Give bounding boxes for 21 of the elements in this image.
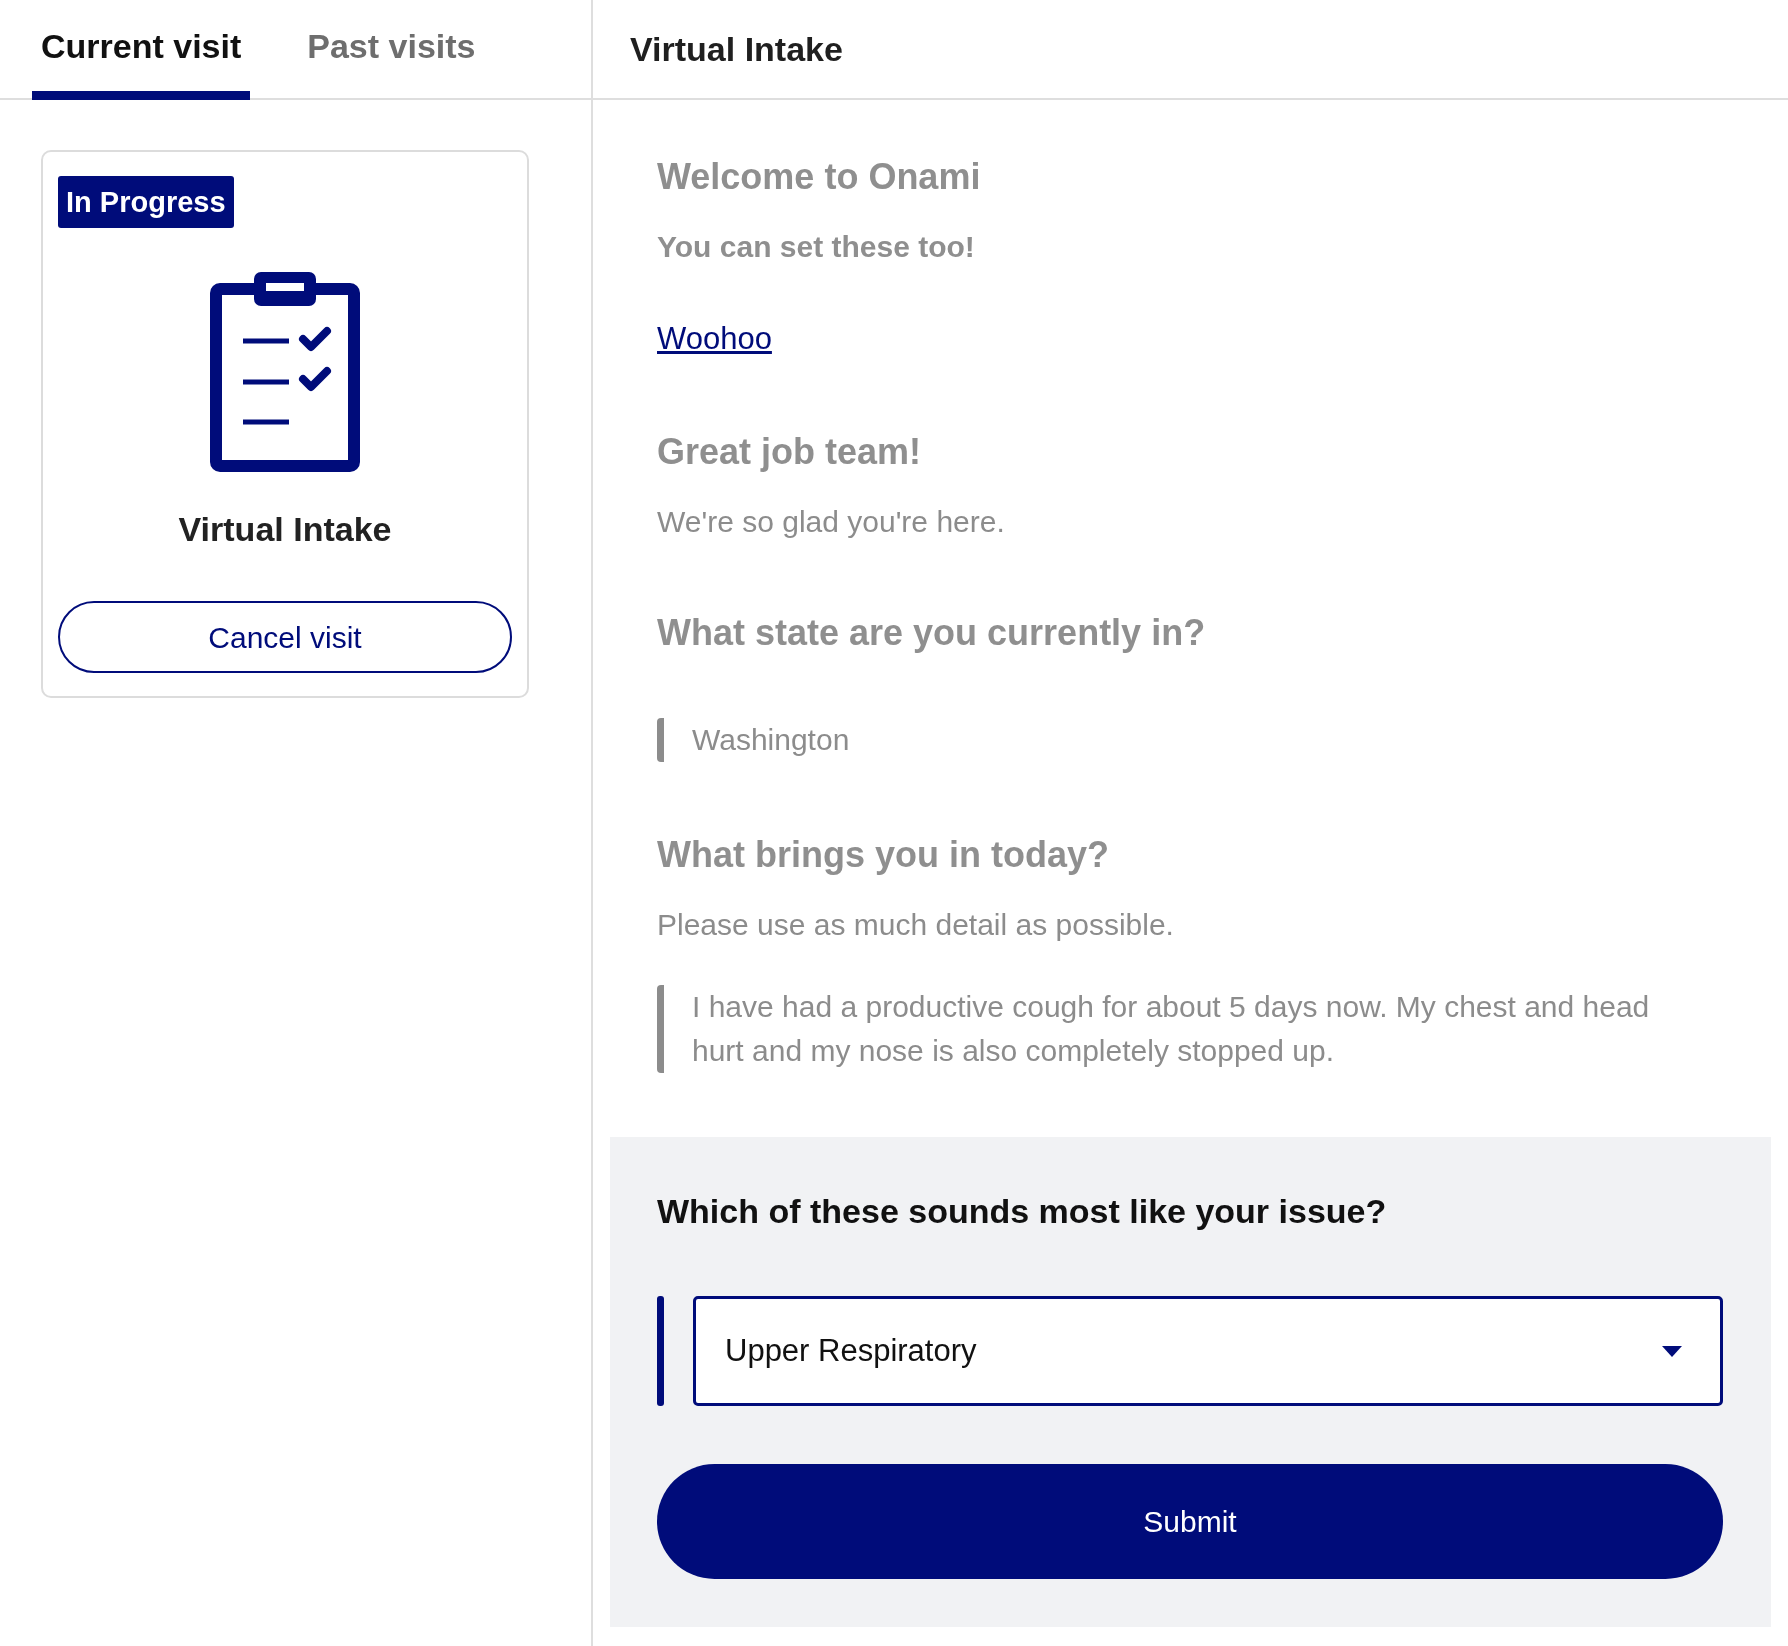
tab[interactable]: Past visits bbox=[298, 0, 485, 100]
section-heading: Great job team! bbox=[657, 431, 922, 473]
page-title: Virtual Intake bbox=[630, 29, 843, 70]
cancel-visit-button[interactable]: Cancel visit bbox=[58, 601, 512, 673]
subheading-text: You can set these too! bbox=[657, 229, 975, 265]
description-text: Please use as much detail as possible. bbox=[657, 907, 1174, 943]
section-heading: Welcome to Onami bbox=[657, 156, 981, 198]
section-heading: What state are you currently in? bbox=[657, 612, 1206, 654]
text-link[interactable]: Woohoo bbox=[657, 319, 772, 359]
tab[interactable]: Current visit bbox=[32, 0, 251, 100]
clipboard-checklist-icon bbox=[210, 272, 360, 472]
caret-down-icon bbox=[1662, 1345, 1682, 1357]
section-heading: What brings you in today? bbox=[657, 834, 1109, 876]
question-prompt: Which of these sounds most like your issue? bbox=[657, 1191, 1387, 1232]
description-text: We're so glad you're here. bbox=[657, 504, 1005, 540]
status-badge: In Progress bbox=[58, 176, 234, 228]
issue-select[interactable]: Upper Respiratory bbox=[693, 1296, 1723, 1406]
visit-title: Virtual Intake bbox=[178, 509, 392, 550]
answer-quote: Washington bbox=[657, 718, 1723, 762]
submit-button[interactable]: Submit bbox=[657, 1464, 1723, 1579]
answer-quote: I have had a productive cough for about 5 days now. My chest and head hurt and my nose is also completely stopped up. bbox=[657, 985, 1723, 1073]
